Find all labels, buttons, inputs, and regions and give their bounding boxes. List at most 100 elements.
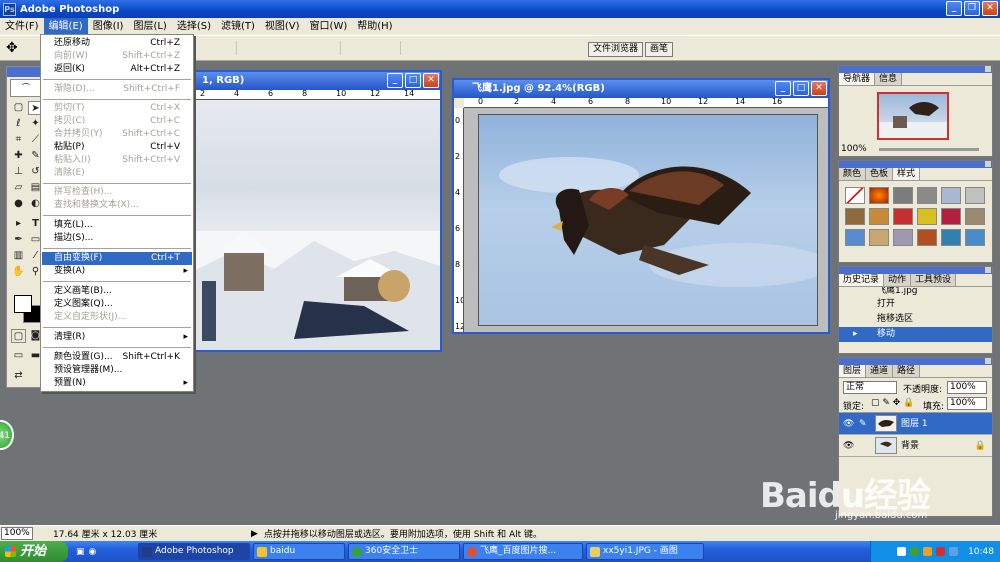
menu-item-transform[interactable]: 变换(A) ▸ bbox=[42, 265, 192, 278]
style-none[interactable] bbox=[845, 187, 865, 204]
task-paint[interactable]: xx5yi1.JPG - 画图 bbox=[586, 543, 704, 560]
history-row-drag-selection[interactable]: 拖移选区 bbox=[839, 312, 992, 327]
pen-tool-icon[interactable]: ✒ bbox=[11, 233, 26, 247]
menu-layer[interactable]: 图层(L) bbox=[128, 18, 171, 35]
task-baidu[interactable]: baidu bbox=[253, 543, 345, 560]
style-swatch[interactable] bbox=[941, 187, 961, 204]
task-photoshop[interactable]: Adobe Photoshop bbox=[138, 543, 250, 560]
menu-item-preset-manager[interactable]: 预设管理器(M)... bbox=[42, 364, 192, 377]
tab-info[interactable]: 信息 bbox=[875, 73, 903, 85]
style-swatch[interactable] bbox=[893, 208, 913, 225]
history-row-move[interactable]: ▸ 移动 bbox=[839, 327, 992, 342]
doc1-close-button[interactable]: ✕ bbox=[423, 73, 439, 88]
minimize-button[interactable]: _ bbox=[946, 1, 962, 16]
menu-file[interactable]: 文件(F) bbox=[0, 18, 44, 35]
style-swatch[interactable] bbox=[869, 187, 889, 204]
style-swatch[interactable] bbox=[869, 208, 889, 225]
tab-tool-presets[interactable]: 工具预设 bbox=[911, 274, 957, 286]
menu-item-preferences[interactable]: 预置(N) ▸ bbox=[42, 377, 192, 390]
blend-mode-select[interactable]: 正常 bbox=[843, 381, 897, 394]
eraser-tool-icon[interactable]: ▱ bbox=[11, 181, 26, 195]
navigator-zoom-value[interactable]: 100% bbox=[841, 144, 867, 154]
browser-icon[interactable]: ◉ bbox=[89, 547, 97, 557]
style-swatch[interactable] bbox=[893, 229, 913, 246]
menu-item-paste[interactable]: 粘贴(P) Ctrl+V bbox=[42, 141, 192, 154]
style-swatch[interactable] bbox=[917, 229, 937, 246]
task-360[interactable]: 360安全卫士 bbox=[348, 543, 460, 560]
style-swatch[interactable] bbox=[941, 208, 961, 225]
path-selection-tool-icon[interactable]: ▸ bbox=[11, 217, 26, 231]
menu-item-copy-merged[interactable]: 合并拷贝(Y) Shift+Ctrl+C bbox=[42, 128, 192, 141]
style-swatch[interactable] bbox=[869, 229, 889, 246]
tab-color[interactable]: 颜色 bbox=[839, 168, 867, 180]
document-window-eagle[interactable]: 飞鹰1.jpg @ 92.4%(RGB) _ □ ✕ 0 2 4 6 8 10 … bbox=[452, 78, 830, 334]
history-snapshot-row[interactable]: 飞鹰1.jpg bbox=[839, 287, 992, 297]
status-document-size[interactable]: 17.64 厘米 x 12.03 厘米 bbox=[53, 527, 233, 540]
adobe-online-icon[interactable]: ⌒ bbox=[10, 79, 42, 97]
menu-item-clear[interactable]: 清除(E) bbox=[42, 167, 192, 180]
fill-field[interactable]: 100% bbox=[947, 397, 987, 410]
eye-icon[interactable]: 👁 bbox=[843, 413, 854, 435]
screen-mode-standard-icon[interactable]: ▭ bbox=[11, 349, 26, 363]
tray-icon[interactable] bbox=[936, 547, 946, 556]
palette-close-icon[interactable] bbox=[985, 358, 991, 364]
clock[interactable]: 10:48 bbox=[968, 547, 994, 557]
hand-tool-icon[interactable]: ✋ bbox=[11, 265, 26, 279]
lock-icons[interactable]: ▢ ✎ ✥ 🔒 bbox=[871, 398, 914, 408]
start-button[interactable]: 开始 bbox=[0, 541, 68, 562]
doc2-canvas-sky[interactable] bbox=[478, 114, 818, 326]
menu-item-undo-move[interactable]: 还原移动 Ctrl+Z bbox=[42, 37, 192, 50]
menu-item-purge[interactable]: 清理(R) ▸ bbox=[42, 331, 192, 344]
menu-item-step-forward[interactable]: 向前(W) Shift+Ctrl+Z bbox=[42, 50, 192, 63]
move-tool-preset-icon[interactable]: ✥ bbox=[6, 40, 28, 56]
tab-styles[interactable]: 样式 bbox=[893, 168, 921, 180]
palette-close-icon[interactable] bbox=[985, 66, 991, 72]
style-swatch[interactable] bbox=[917, 187, 937, 204]
menu-item-define-brush[interactable]: 定义画笔(B)... bbox=[42, 285, 192, 298]
tab-paths[interactable]: 路径 bbox=[893, 365, 921, 377]
restore-button[interactable]: ❐ bbox=[964, 1, 980, 16]
tab-navigator[interactable]: 导航器 bbox=[839, 73, 876, 85]
standard-mode-icon[interactable]: ▢ bbox=[11, 329, 26, 343]
style-swatch[interactable] bbox=[965, 208, 985, 225]
menu-view[interactable]: 视图(V) bbox=[260, 18, 305, 35]
menu-select[interactable]: 选择(S) bbox=[172, 18, 216, 35]
notes-tool-icon[interactable]: ▥ bbox=[11, 249, 26, 263]
style-swatch[interactable] bbox=[965, 229, 985, 246]
style-swatch[interactable] bbox=[845, 208, 865, 225]
tray-icon[interactable] bbox=[949, 547, 959, 556]
menu-item-find-replace[interactable]: 查找和替换文本(X)... bbox=[42, 199, 192, 212]
tab-layers[interactable]: 图层 bbox=[839, 365, 867, 377]
doc2-maximize-button[interactable]: □ bbox=[793, 81, 809, 96]
tab-swatches[interactable]: 色板 bbox=[866, 168, 894, 180]
doc1-minimize-button[interactable]: _ bbox=[387, 73, 403, 88]
tray-icon[interactable] bbox=[923, 547, 933, 556]
menu-item-stroke[interactable]: 描边(S)... bbox=[42, 232, 192, 245]
menu-item-fade[interactable]: 渐隐(D)... Shift+Ctrl+F bbox=[42, 83, 192, 96]
tray-icon[interactable] bbox=[897, 547, 907, 556]
brushes-tab[interactable]: 画笔 bbox=[645, 42, 674, 57]
menu-item-define-custom-shape[interactable]: 定义自定形状(J)... bbox=[42, 311, 192, 324]
crop-tool-icon[interactable]: ⌗ bbox=[11, 133, 26, 147]
menu-item-free-transform[interactable]: 自由变换(F) Ctrl+T bbox=[42, 252, 192, 265]
close-button[interactable]: ✕ bbox=[982, 1, 998, 16]
tab-history[interactable]: 历史记录 bbox=[839, 274, 885, 286]
tab-channels[interactable]: 通道 bbox=[866, 365, 894, 377]
brush-link-icon[interactable]: ✎ bbox=[859, 413, 867, 435]
clone-stamp-tool-icon[interactable]: ⊥ bbox=[11, 165, 26, 179]
menu-edit[interactable]: 编辑(E) bbox=[43, 18, 88, 35]
menu-item-define-pattern[interactable]: 定义图案(Q)... bbox=[42, 298, 192, 311]
tab-actions[interactable]: 动作 bbox=[884, 274, 912, 286]
menu-item-copy[interactable]: 拷贝(C) Ctrl+C bbox=[42, 115, 192, 128]
style-swatch[interactable] bbox=[917, 208, 937, 225]
layer-row-background[interactable]: 👁 背景 🔒 bbox=[839, 435, 992, 457]
menu-image[interactable]: 图像(I) bbox=[88, 18, 129, 35]
menu-help[interactable]: 帮助(H) bbox=[352, 18, 397, 35]
blur-tool-icon[interactable]: ● bbox=[11, 197, 26, 211]
status-zoom-field[interactable]: 100% bbox=[1, 527, 33, 540]
history-row-open[interactable]: 打开 bbox=[839, 297, 992, 312]
menu-item-fill[interactable]: 填充(L)... bbox=[42, 219, 192, 232]
doc1-maximize-button[interactable]: □ bbox=[405, 73, 421, 88]
file-browser-tab[interactable]: 文件浏览器 bbox=[588, 42, 644, 57]
menu-item-paste-into[interactable]: 粘贴入(I) Shift+Ctrl+V bbox=[42, 154, 192, 167]
